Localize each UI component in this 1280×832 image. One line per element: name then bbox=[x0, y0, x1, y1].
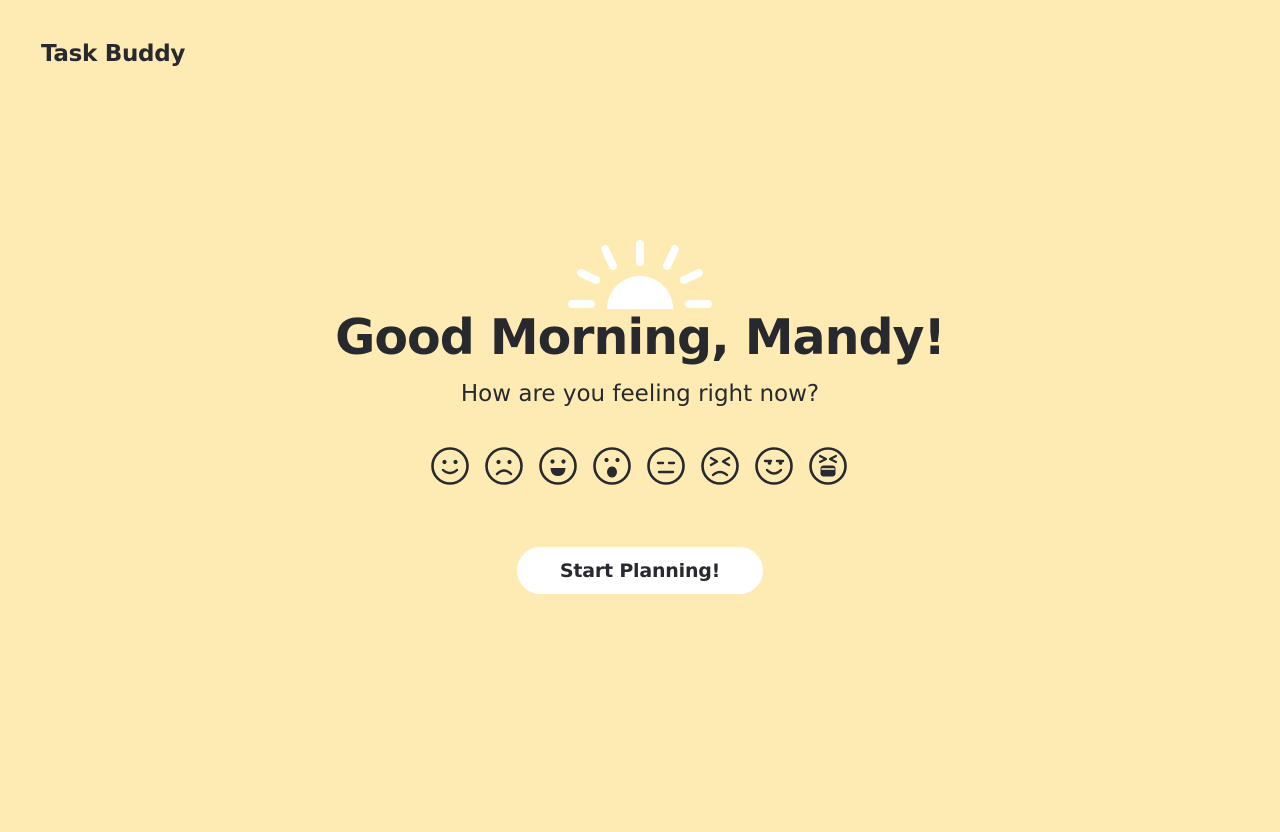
smiling-face-icon bbox=[431, 447, 469, 485]
mood-prompt: How are you feeling right now? bbox=[460, 381, 820, 407]
mood-surprised-button[interactable] bbox=[592, 446, 632, 486]
mood-grinning-button[interactable] bbox=[538, 446, 578, 486]
angry-face-icon bbox=[701, 447, 739, 485]
mood-smirking-button[interactable] bbox=[754, 446, 794, 486]
sunrise-icon bbox=[568, 240, 712, 309]
surprised-face-icon bbox=[593, 447, 631, 485]
grinning-face-icon bbox=[539, 447, 577, 485]
mood-laughing-button[interactable] bbox=[808, 446, 848, 486]
welcome-panel: Good Morning, Mandy! How are you feeling… bbox=[0, 0, 1280, 832]
expressionless-face-icon bbox=[647, 447, 685, 485]
start-planning-button[interactable]: Start Planning! bbox=[517, 547, 763, 594]
mood-angry-button[interactable] bbox=[700, 446, 740, 486]
frowning-face-icon bbox=[485, 447, 523, 485]
mood-smiling-button[interactable] bbox=[430, 446, 470, 486]
mood-expressionless-button[interactable] bbox=[646, 446, 686, 486]
mood-picker bbox=[430, 446, 850, 488]
laughing-face-icon bbox=[809, 447, 847, 485]
greeting-heading: Good Morning, Mandy! bbox=[335, 309, 946, 366]
mood-frowning-button[interactable] bbox=[484, 446, 524, 486]
smirking-face-icon bbox=[755, 447, 793, 485]
